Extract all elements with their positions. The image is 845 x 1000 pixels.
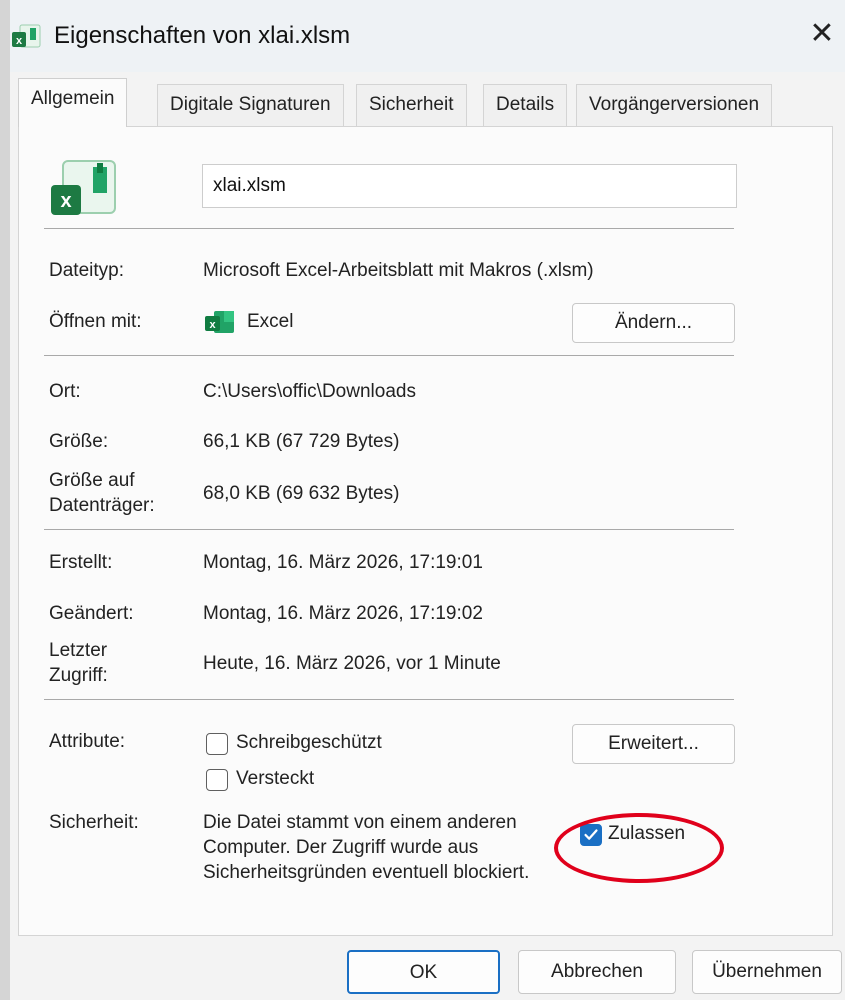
created-label: Erstellt: [49,552,113,573]
ok-button[interactable]: OK [347,950,500,994]
location-label: Ort: [49,381,81,402]
dialog-footer: OK Abbrechen Übernehmen [10,936,845,1000]
advanced-button[interactable]: Erweitert... [572,724,735,764]
security-text: Die Datei stammt von einem anderen Compu… [203,812,530,883]
tab-sicherheit[interactable]: Sicherheit [356,84,467,126]
size-on-disk-value: 68,0 KB (69 632 Bytes) [203,483,400,504]
readonly-checkbox[interactable] [206,733,228,755]
unblock-label[interactable]: Zulassen [608,823,685,845]
tab-details[interactable]: Details [483,84,568,126]
filename-input[interactable]: xlai.xlsm [202,164,737,208]
excel-file-icon: x [51,160,116,215]
unblock-checkbox[interactable] [580,824,602,846]
divider [44,355,734,356]
divider [44,699,734,700]
title-bar: x Eigenschaften von xlai.xlsm ✕ [10,0,845,72]
svg-text:x: x [16,35,23,47]
tab-digitale-signaturen[interactable]: Digitale Signaturen [157,84,344,126]
location-value: C:\Users\offic\Downloads [203,381,416,402]
excel-app-icon: x [205,311,234,333]
properties-dialog: x Eigenschaften von xlai.xlsm ✕ Allgemei… [10,0,845,1000]
size-on-disk-label-1: Größe auf [49,470,135,491]
security-label: Sicherheit: [49,812,139,833]
size-on-disk-label-2: Datenträger: [49,495,155,516]
close-button[interactable]: ✕ [799,14,845,54]
general-panel: x xlai.xlsm Dateityp: Microsoft Excel-Ar… [18,126,833,936]
filetype-label: Dateityp: [49,260,124,281]
tab-bar: Allgemein Digitale Signaturen Sicherheit… [18,78,818,127]
created-value: Montag, 16. März 2026, 17:19:01 [203,552,483,573]
cancel-button[interactable]: Abbrechen [518,950,676,994]
hidden-checkbox[interactable] [206,769,228,791]
tab-allgemein[interactable]: Allgemein [18,78,128,127]
readonly-label[interactable]: Schreibgeschützt [236,732,382,754]
excel-file-icon: x [12,24,41,48]
openwith-label: Öffnen mit: [49,311,142,332]
change-button[interactable]: Ändern... [572,303,735,343]
modified-label: Geändert: [49,603,134,624]
size-label: Größe: [49,431,109,452]
checkmark-icon [584,829,598,840]
accessed-value: Heute, 16. März 2026, vor 1 Minute [203,653,501,674]
apply-button[interactable]: Übernehmen [692,950,842,994]
svg-text:x: x [60,190,71,212]
size-value: 66,1 KB (67 729 Bytes) [203,431,400,452]
accessed-label-1: Letzter [49,640,108,661]
divider [44,228,734,229]
attributes-label: Attribute: [49,731,126,752]
window-title: Eigenschaften von xlai.xlsm [54,22,351,49]
filetype-value: Microsoft Excel-Arbeitsblatt mit Makros … [203,260,594,281]
modified-value: Montag, 16. März 2026, 17:19:02 [203,603,483,624]
divider [44,529,734,530]
hidden-label[interactable]: Versteckt [236,768,314,790]
openwith-app: Excel [247,311,294,332]
tab-vorgaengerversionen[interactable]: Vorgängerversionen [576,84,773,126]
svg-text:x: x [209,319,216,331]
accessed-label-2: Zugriff: [49,665,108,686]
